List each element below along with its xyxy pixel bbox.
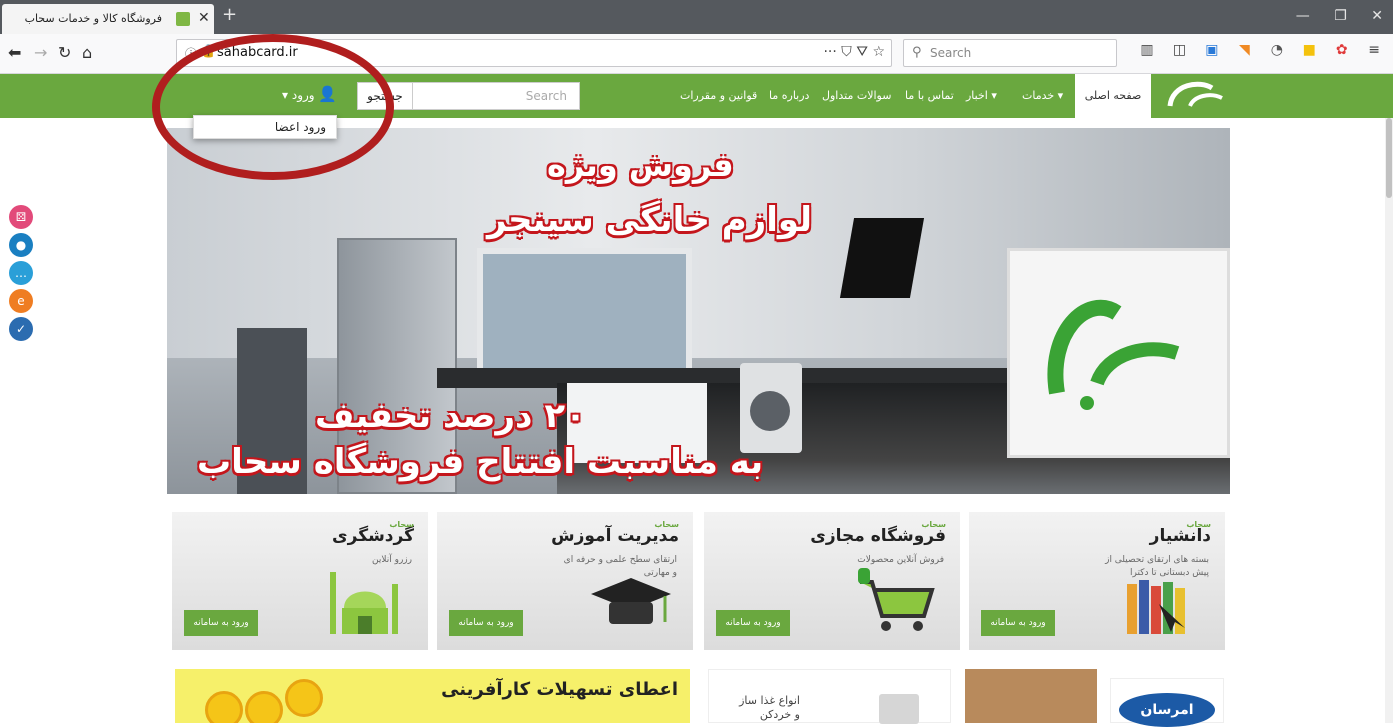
sidebar-icon[interactable]: ◫ — [1167, 42, 1191, 58]
store-image[interactable] — [965, 669, 1097, 723]
food-processor-banner[interactable]: انواع غذا ساز و خردکن — [708, 669, 951, 724]
card-title: دانشیار سحاب — [1149, 520, 1211, 546]
site-search-placeholder: Search — [525, 89, 567, 103]
browser-toolbar: ▥ ◫ ▣ ◥ ◔ ■ ✿ ≡ — [1135, 42, 1390, 58]
promo-text: اعطای تسهیلات کارآفرینی — [441, 679, 678, 700]
page-actions[interactable]: ··· ⛉ ⛛ ☆ — [823, 44, 885, 60]
note-icon[interactable]: ■ — [1297, 42, 1321, 58]
food-text: انواع غذا ساز و خردکن — [739, 694, 800, 721]
ie-icon[interactable]: e — [9, 289, 33, 313]
blender-icon — [879, 694, 919, 724]
drop-icon[interactable]: ● — [9, 233, 33, 257]
hero-hood — [839, 218, 925, 298]
card-daneshyar: دانشیار سحاب بسته های ارتقای تحصیلی از پی… — [969, 512, 1225, 650]
card-shop: فروشگاه مجازی سحاب فروش آنلاین محصولات ور… — [704, 512, 960, 650]
entrepreneurship-banner[interactable]: اعطای تسهیلات کارآفرینی — [175, 669, 690, 723]
nav-faq[interactable]: سوالات متداول — [822, 74, 891, 118]
nav-news[interactable]: اخبار ▾ — [966, 74, 997, 118]
sahab-logo-icon[interactable] — [1160, 76, 1230, 116]
restore-button[interactable]: ❐ — [1334, 8, 1347, 24]
back-icon[interactable]: ⬅ — [8, 43, 21, 62]
red-highlight-oval — [152, 34, 394, 180]
search-placeholder: Search — [930, 46, 972, 60]
site-favicon-icon — [176, 12, 190, 26]
window-controls: — ❐ ✕ — [1276, 8, 1383, 24]
nav-rules[interactable]: قوانین و مقررات — [680, 74, 757, 118]
cart-icon — [858, 568, 935, 631]
card-sup: سحاب — [654, 520, 679, 529]
card-education: مدیریت آموزش سحاب ارتقای سطح علمی و حرفه … — [437, 512, 693, 650]
hero-banner[interactable]: فروش ویژه لوازم خانگی سینجر ۲۰ درصد تخفی… — [167, 128, 1230, 494]
nav-services[interactable]: خدمات ▾ — [1022, 74, 1063, 118]
minimize-button[interactable]: — — [1296, 8, 1310, 24]
close-window-button[interactable]: ✕ — [1371, 8, 1383, 24]
check-icon[interactable]: ✓ — [9, 317, 33, 341]
nav-contact[interactable]: تماس با ما — [905, 74, 954, 118]
hero-line-1: فروش ویژه — [547, 146, 734, 184]
card-enter-button[interactable]: ورود به سامانه — [716, 610, 790, 636]
home-icon[interactable]: ⌂ — [82, 43, 92, 62]
card-enter-button[interactable]: ورود به سامانه — [184, 610, 258, 636]
nav-home[interactable]: صفحه اصلی — [1075, 74, 1151, 118]
hero-window — [477, 248, 692, 383]
card-sup: سحاب — [921, 520, 946, 529]
page-scrollbar[interactable] — [1385, 118, 1393, 723]
hero-washer — [740, 363, 802, 453]
card-title: گردشگری سحاب — [332, 520, 414, 546]
books-icon — [1127, 580, 1185, 634]
forward-icon[interactable]: → — [34, 43, 47, 62]
card-title: فروشگاه مجازی سحاب — [810, 520, 946, 546]
reload-icon[interactable]: ↻ — [58, 43, 71, 62]
library-icon[interactable]: ▥ — [1135, 42, 1159, 58]
card-sup: سحاب — [1186, 520, 1211, 529]
card-tourism: گردشگری سحاب رزرو آنلاین ورود به سامانه — [172, 512, 428, 650]
browser-titlebar: فروشگاه کالا و خدمات سحاب ✕ + — ❐ ✕ — [0, 0, 1393, 34]
screenshot-icon[interactable]: ▣ — [1200, 42, 1224, 58]
scrollbar-thumb[interactable] — [1386, 118, 1392, 198]
chat-icon[interactable]: … — [9, 261, 33, 285]
card-enter-button[interactable]: ورود به سامانه — [449, 610, 523, 636]
sun-icon — [285, 679, 323, 717]
browser-tab[interactable]: فروشگاه کالا و خدمات سحاب ✕ — [2, 4, 214, 34]
site-search-input[interactable]: Search — [412, 82, 580, 110]
tab-title: فروشگاه کالا و خدمات سحاب — [24, 12, 162, 25]
rss-icon[interactable]: ◥ — [1232, 42, 1256, 58]
hero-sahab-logo-icon — [1047, 299, 1180, 410]
graduation-cap-icon — [591, 578, 671, 624]
emersan-banner[interactable]: امرسان — [1110, 678, 1224, 727]
extension-icon[interactable]: ✿ — [1330, 42, 1354, 58]
card-title: مدیریت آموزش سحاب — [551, 520, 679, 546]
close-tab-icon[interactable]: ✕ — [198, 10, 210, 26]
sun-icon — [245, 691, 283, 723]
hero-line-2: لوازم خانگی سینجر — [487, 200, 812, 240]
new-tab-button[interactable]: + — [222, 4, 237, 25]
card-enter-button[interactable]: ورود به سامانه — [981, 610, 1055, 636]
card-sup: سحاب — [389, 520, 414, 529]
emersan-logo: امرسان — [1119, 693, 1215, 727]
hero-line-3: ۲۰ درصد تخفیف — [315, 396, 586, 436]
hero-line-4: به مناسبت افتتاح فروشگاه سحاب — [197, 442, 764, 482]
dice-icon[interactable]: ⚄ — [9, 205, 33, 229]
clock-icon[interactable]: ◔ — [1265, 42, 1289, 58]
nav-about[interactable]: درباره ما — [769, 74, 809, 118]
mosque-icon — [330, 572, 398, 634]
menu-icon[interactable]: ≡ — [1362, 42, 1386, 58]
browser-search-bar[interactable]: ⚲ Search — [903, 39, 1117, 67]
social-bar: ⚄ ● … e ✓ — [9, 205, 33, 345]
search-icon: ⚲ — [912, 45, 922, 60]
sun-icon — [205, 691, 243, 723]
